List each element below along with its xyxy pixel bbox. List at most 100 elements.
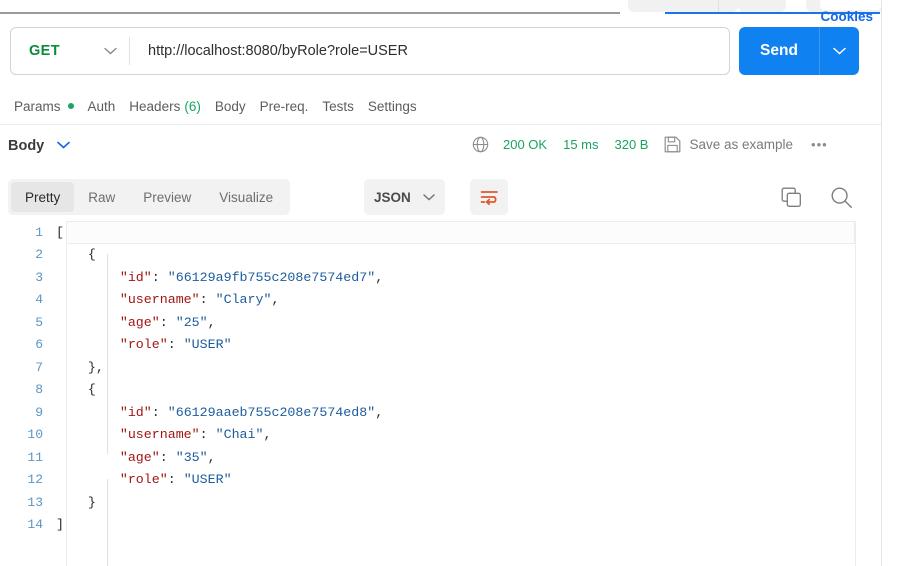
code-line-content[interactable]: }, (56, 360, 104, 375)
cutoff-button-group-middle[interactable] (738, 0, 786, 12)
json-string-value: "66129a9fb755c208e7574ed7" (167, 269, 376, 285)
save-floppy-icon[interactable] (664, 136, 681, 153)
response-status-group: 200 OK 15 ms 320 B Save as example ••• (472, 136, 828, 153)
code-line-content[interactable]: [ (56, 225, 64, 240)
json-punctuation: ] (56, 517, 64, 533)
postman-response-pane: GET http://localhost:8080/byRole?role=US… (0, 0, 900, 566)
line-number: 3 (35, 269, 43, 285)
code-line: 11 "age": "35", (0, 446, 881, 469)
line-number: 1 (35, 224, 43, 240)
code-line: 13 } (0, 491, 881, 514)
code-line-content[interactable]: } (56, 495, 96, 510)
json-punctuation: : (199, 292, 216, 308)
request-tab-headers[interactable]: Headers (6) (129, 99, 201, 114)
request-tab-label: Body (214, 98, 246, 114)
json-punctuation: }, (56, 359, 104, 375)
json-punctuation (56, 315, 120, 330)
code-line-content[interactable]: "username": "Clary", (56, 292, 280, 308)
response-size[interactable]: 320 B (615, 137, 649, 152)
request-tab-params[interactable]: Params (14, 99, 74, 114)
params-modified-dot (67, 103, 74, 109)
json-punctuation: { (56, 247, 96, 263)
code-line-content[interactable]: "role": "USER" (56, 337, 232, 352)
json-string-value: "USER" (183, 337, 232, 353)
json-key: "username" (119, 427, 200, 443)
json-punctuation: : (159, 449, 176, 465)
json-key: "age" (119, 449, 160, 465)
json-punctuation: : (167, 472, 184, 488)
json-string-value: "USER" (183, 472, 232, 488)
json-punctuation: , (263, 427, 272, 443)
response-time[interactable]: 15 ms (563, 137, 598, 152)
json-string-value: "Chai" (215, 427, 264, 443)
code-line-content[interactable]: ] (56, 517, 64, 532)
copy-response-button[interactable] (781, 187, 802, 208)
json-punctuation: : (151, 269, 168, 285)
response-view-tab-pretty[interactable]: Pretty (11, 182, 75, 212)
json-string-value: "25" (175, 314, 208, 330)
url-input-container: GET http://localhost:8080/byRole?role=US… (10, 27, 730, 75)
code-line: 8 { (0, 379, 881, 402)
cutoff-toolbar-strip (0, 0, 900, 14)
json-punctuation: , (375, 404, 384, 420)
request-tab-label: Auth (87, 98, 116, 114)
json-punctuation (56, 337, 120, 352)
cookies-link[interactable]: Cookies (820, 9, 873, 24)
request-tab-body[interactable]: Body (215, 99, 246, 114)
json-punctuation: : (159, 314, 176, 330)
request-tab-tests[interactable]: Tests (322, 99, 354, 114)
response-body-chevron-down-icon[interactable] (57, 141, 70, 149)
json-punctuation: , (207, 449, 216, 465)
http-method-label[interactable]: GET (11, 43, 95, 59)
request-tab-label: Params (14, 98, 61, 114)
code-line-content[interactable]: "age": "25", (56, 315, 216, 330)
code-line-content[interactable]: { (56, 247, 96, 262)
json-punctuation (56, 270, 120, 285)
request-tab-label: Settings (367, 98, 417, 114)
response-format-selector[interactable]: JSON (364, 179, 445, 215)
json-key: "username" (119, 292, 200, 308)
word-wrap-toggle-button[interactable] (470, 179, 508, 215)
send-options-chevron-down-icon[interactable] (820, 47, 859, 55)
code-line-content[interactable]: "role": "USER" (56, 472, 232, 487)
code-line: 1[ (0, 221, 881, 244)
response-body-code-viewer[interactable]: 1[2 {3 "id": "66129a9fb755c208e7574ed7",… (0, 221, 881, 566)
save-as-example-button[interactable]: Save as example (689, 137, 793, 152)
json-punctuation: , (271, 292, 280, 308)
request-tab-auth[interactable]: Auth (88, 99, 116, 114)
request-tab-settings[interactable]: Settings (368, 99, 417, 114)
url-input[interactable]: http://localhost:8080/byRole?role=USER (130, 43, 729, 59)
request-tab-prereq[interactable]: Pre-req. (260, 99, 309, 114)
json-punctuation (56, 472, 120, 487)
json-punctuation (56, 292, 120, 307)
response-view-tab-visualize[interactable]: Visualize (205, 182, 287, 212)
status-code[interactable]: 200 OK (503, 137, 547, 152)
response-more-menu-icon[interactable]: ••• (811, 137, 828, 152)
line-number: 13 (27, 494, 43, 510)
globe-icon (472, 136, 489, 153)
code-line: 2 { (0, 244, 881, 267)
json-punctuation: , (375, 269, 384, 285)
code-line-content[interactable]: "username": "Chai", (56, 427, 272, 443)
code-line-content[interactable]: "id": "66129aaeb755c208e7574ed8", (56, 405, 383, 420)
request-tab-label: Tests (322, 98, 354, 114)
code-line-content[interactable]: "age": "35", (56, 450, 216, 465)
response-view-tab-raw[interactable]: Raw (74, 182, 129, 212)
line-number: 8 (35, 382, 43, 398)
word-wrap-icon (480, 189, 499, 205)
line-number: 10 (27, 427, 43, 443)
response-view-tab-preview[interactable]: Preview (129, 182, 205, 212)
search-icon (830, 186, 853, 209)
line-number: 12 (27, 472, 43, 488)
code-line-content[interactable]: { (56, 382, 96, 397)
code-lines: 1[2 {3 "id": "66129a9fb755c208e7574ed7",… (0, 221, 881, 536)
copy-icon (781, 187, 802, 208)
response-format-label: JSON (374, 189, 411, 205)
code-line-content[interactable]: "id": "66129a9fb755c208e7574ed7", (56, 270, 383, 285)
cutoff-button-group-left[interactable] (628, 0, 738, 12)
method-chevron-down-icon[interactable] (95, 47, 125, 55)
code-line: 5 "age": "25", (0, 311, 881, 334)
cutoff-divider (718, 0, 719, 12)
search-response-button[interactable] (830, 186, 853, 209)
send-button[interactable]: Send (739, 27, 859, 75)
